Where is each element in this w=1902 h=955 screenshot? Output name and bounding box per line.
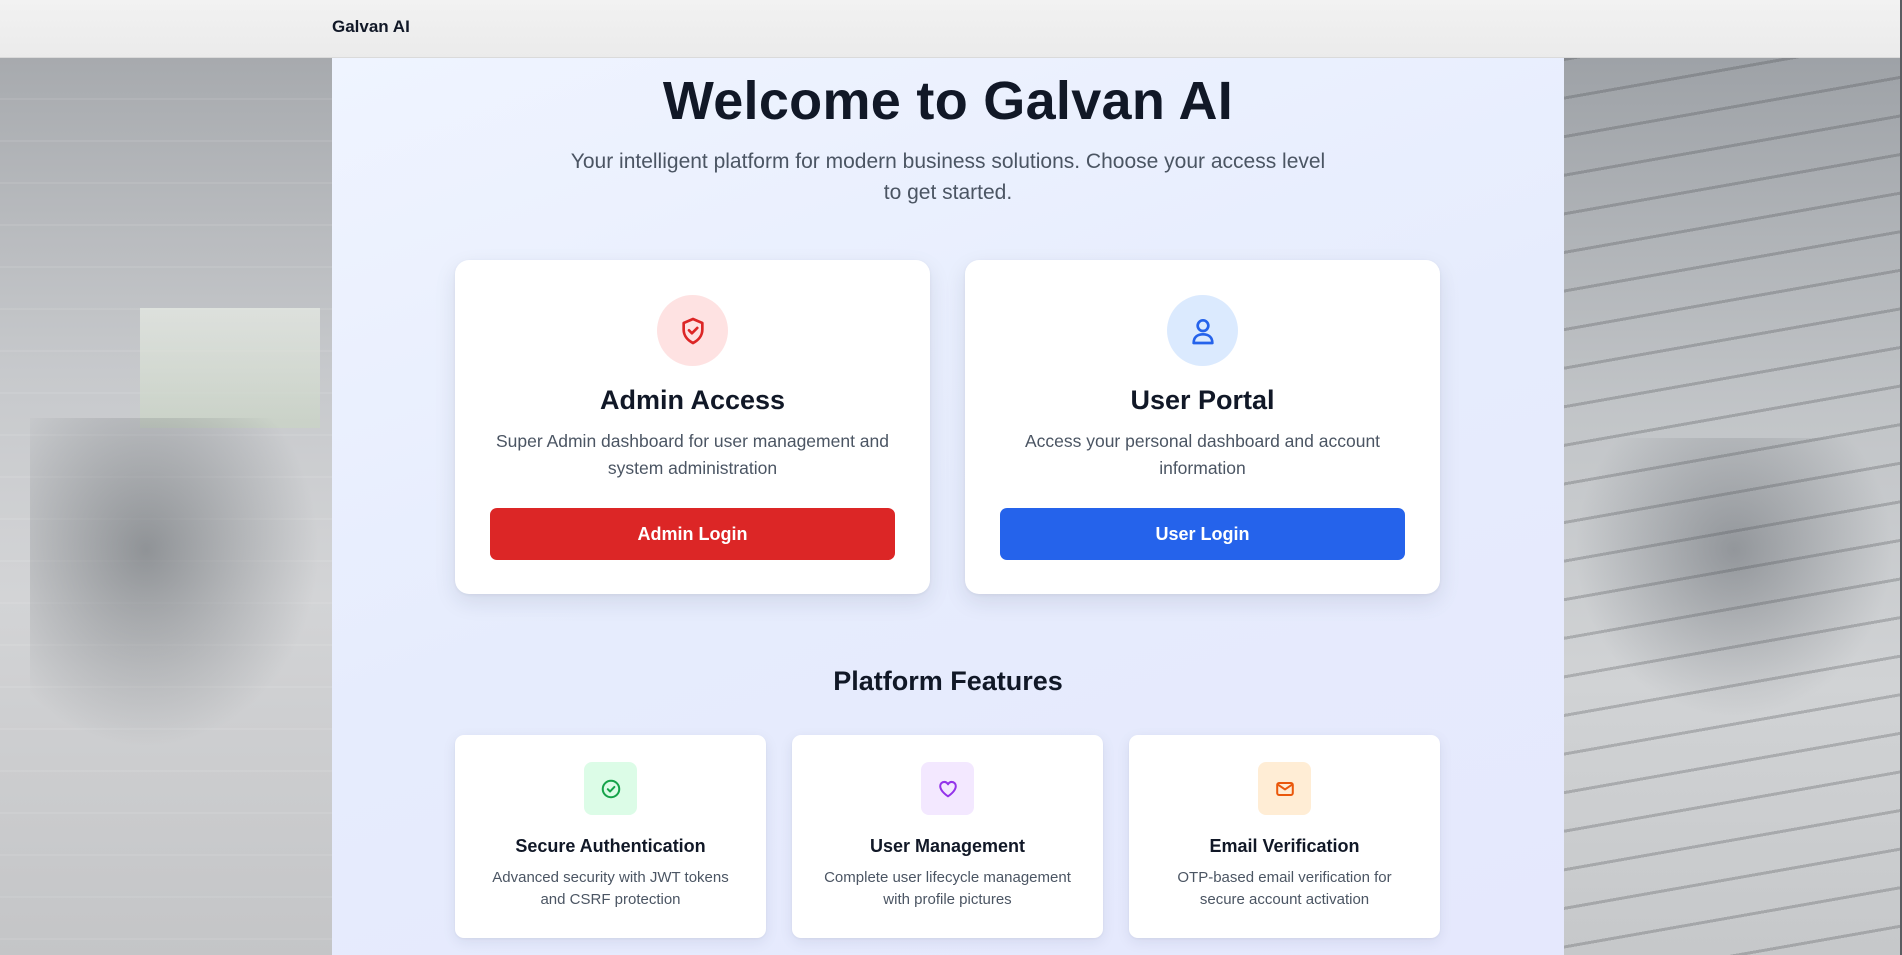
top-navbar: Galvan AI bbox=[0, 0, 1902, 58]
shield-check-icon bbox=[657, 295, 728, 366]
admin-login-button[interactable]: Admin Login bbox=[490, 508, 895, 560]
feature-card-user-management: User Management Complete user lifecycle … bbox=[792, 735, 1103, 938]
user-card-title: User Portal bbox=[1130, 385, 1275, 415]
admin-card-title: Admin Access bbox=[599, 385, 786, 415]
feature-description: OTP-based email verification for secure … bbox=[1177, 869, 1392, 908]
admin-access-card: Admin Access Super Admin dashboard for u… bbox=[455, 260, 930, 594]
feature-title: User Management bbox=[869, 836, 1026, 856]
user-portal-card: User Portal Access your personal dashboa… bbox=[965, 260, 1440, 594]
user-icon bbox=[1167, 295, 1238, 366]
feature-card-secure-authentication: Secure Authentication Advanced security … bbox=[455, 735, 766, 938]
feature-card-email-verification: Email Verification OTP-based email verif… bbox=[1129, 735, 1440, 938]
user-login-button[interactable]: User Login bbox=[1000, 508, 1405, 560]
admin-card-description: Super Admin dashboard for user managemen… bbox=[495, 431, 890, 478]
feature-title: Secure Authentication bbox=[515, 836, 706, 856]
background-office-left bbox=[0, 58, 332, 955]
heart-icon bbox=[921, 762, 974, 815]
feature-title: Email Verification bbox=[1209, 836, 1360, 856]
hero-title: Welcome to Galvan AI bbox=[662, 71, 1234, 131]
user-card-description: Access your personal dashboard and accou… bbox=[1024, 431, 1381, 478]
background-office-right bbox=[1564, 58, 1902, 955]
brand-logo-text[interactable]: Galvan AI bbox=[332, 17, 410, 37]
features-section-title: Platform Features bbox=[833, 666, 1063, 696]
check-circle-icon bbox=[584, 762, 637, 815]
feature-description: Complete user lifecycle management with … bbox=[824, 869, 1071, 908]
mail-icon bbox=[1258, 762, 1311, 815]
hero-subtitle: Your intelligent platform for modern bus… bbox=[570, 150, 1326, 204]
main-content: Welcome to Galvan AI Your intelligent pl… bbox=[332, 58, 1564, 955]
feature-description: Advanced security with JWT tokens and CS… bbox=[492, 869, 729, 908]
